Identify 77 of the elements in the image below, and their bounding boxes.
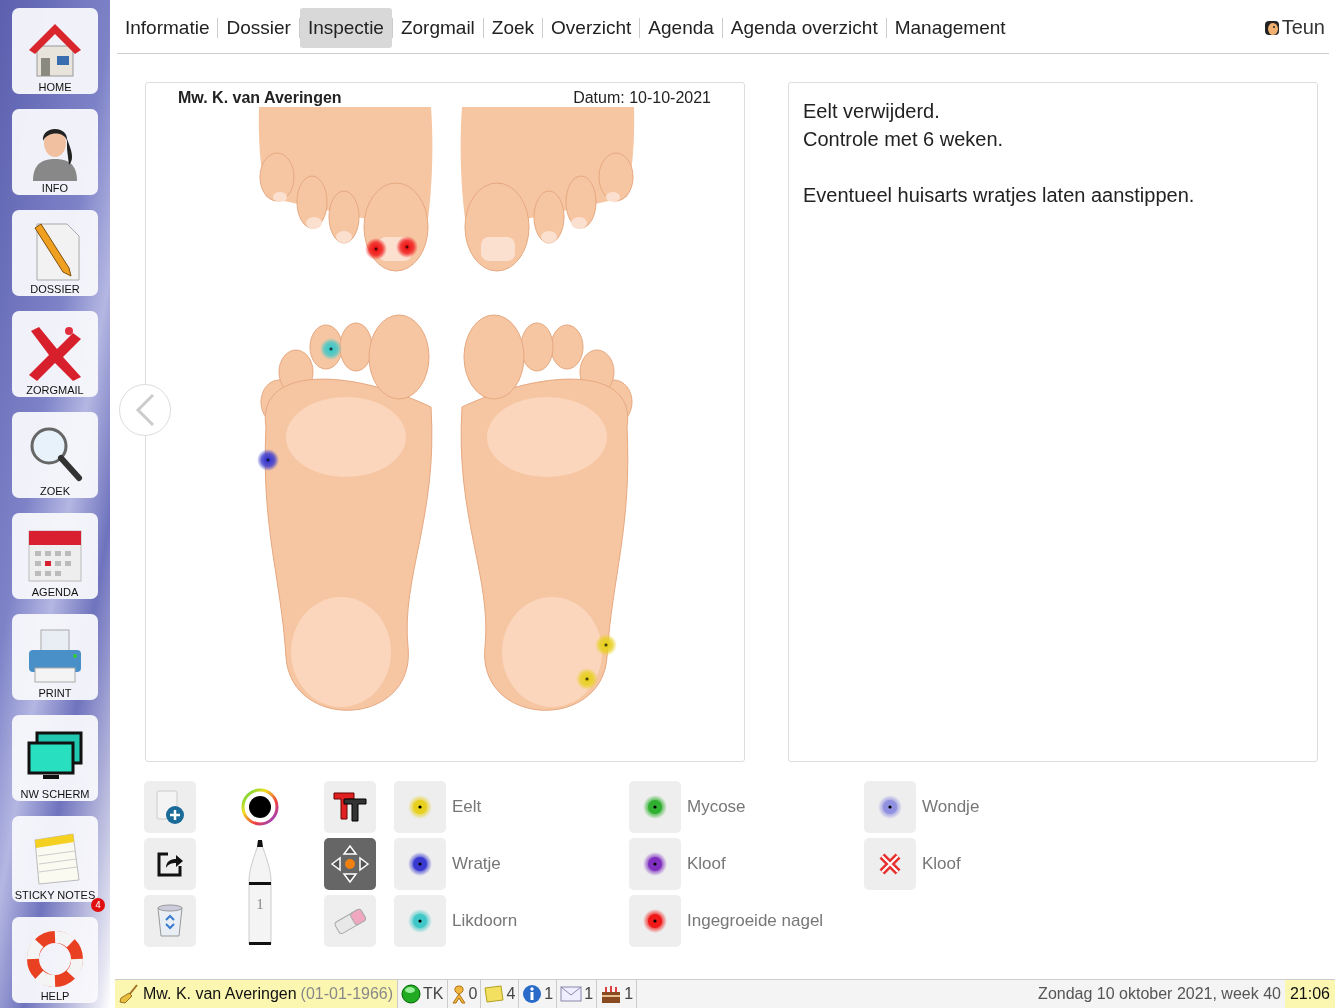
note-text: Eelt verwijderd. [803,99,941,124]
marker-label: Eelt [452,797,482,817]
sidebar-button[interactable]: ZOEK [12,412,98,498]
sidebar-button[interactable]: HOME [12,8,98,94]
sidebar-button[interactable]: INFO [12,109,98,195]
user-avatar-icon [1263,19,1280,36]
nav-tab[interactable]: Agenda [640,7,722,48]
skin-marker[interactable] [257,449,279,471]
count-badge: 4 [91,898,105,912]
broom-icon [119,984,139,1004]
recycle-bin-icon [156,904,184,938]
sidebar-button[interactable]: PRINT [12,614,98,700]
sidebar-button[interactable]: STICKY NOTES [12,816,98,902]
birth-date: (01-01-1966) [300,985,394,1003]
color-wheel-icon [241,788,279,826]
share-icon [156,850,184,878]
chart-date: Datum: 10-10-2021 [573,89,711,107]
status-count: TK [423,985,444,1003]
skin-marker[interactable] [396,236,418,258]
note-text: Controle met 6 weken. [803,127,1005,152]
patient-name: Mw. K. van Averingen [178,89,342,107]
skin-marker[interactable] [595,634,617,656]
sidebar-button[interactable]: HELP [12,917,98,1003]
sidebar-button[interactable]: ZORGMAIL [12,311,98,397]
nav-tab[interactable]: Agenda overzicht [722,7,886,48]
marker-button[interactable] [394,781,446,833]
nav-tab[interactable]: Informatie [117,7,218,48]
status-count: 1 [544,985,554,1003]
status-count: 1 [624,985,634,1003]
tool-button[interactable] [144,838,196,890]
marker-button[interactable] [864,838,916,890]
tool-button[interactable] [324,781,376,833]
sidebar-button[interactable]: DOSSIER [12,210,98,296]
skin-marker[interactable] [320,338,342,360]
marker-label: Wratje [452,854,501,874]
marker-button[interactable] [629,838,681,890]
text-format-icon [332,791,368,823]
note-text: Eventueel huisarts wratjes laten aanstippen. [803,183,1196,208]
nav-tab[interactable]: Inspectie [299,7,392,48]
chevron-left-icon [134,393,156,427]
nav-tab[interactable]: Overzicht [543,7,640,48]
marker-button[interactable] [629,895,681,947]
marker-label: Likdoorn [452,911,518,931]
nav-tab[interactable]: Management [886,7,1014,48]
nav-tab[interactable]: Zoek [483,7,543,48]
tool-button[interactable] [324,838,376,890]
marker-label: Wondje [922,797,980,817]
status-ball-icon[interactable] [401,984,422,1004]
marker-label: Ingegroeide nagel [687,911,824,931]
nav-tab[interactable]: Dossier [218,7,299,48]
status-count: 4 [506,985,516,1003]
user-name[interactable]: Teun [1281,16,1325,39]
status-count: 1 [584,985,594,1003]
patient-name: Mw. K. van Averingen [143,985,297,1003]
cake-icon[interactable] [600,984,623,1004]
marker-button[interactable] [394,838,446,890]
info-icon[interactable] [522,984,543,1004]
ribbon-icon[interactable] [450,984,467,1004]
date-text: Zondag 10 oktober 2021, week 40 [1038,985,1282,1003]
marker-label: Kloof [687,854,726,874]
marker-button[interactable] [629,781,681,833]
status-count: 0 [468,985,478,1003]
clock-time: 21:06 [1284,980,1335,1008]
move-arrows-icon [330,844,370,884]
sidebar-button[interactable]: AGENDA [12,513,98,599]
marker-label: Mycose [687,797,746,817]
notes-icon[interactable] [484,985,505,1003]
nav-tab[interactable]: Zorgmail [392,7,483,48]
add-page-icon [155,789,185,825]
pen-icon [247,838,273,947]
marker-button[interactable] [394,895,446,947]
skin-marker[interactable] [576,668,598,690]
marker-label: Kloof [922,854,961,874]
sidebar-button[interactable]: NW SCHERM [12,715,98,801]
marker-button[interactable] [864,781,916,833]
skin-marker[interactable] [365,238,387,260]
envelope-icon[interactable] [560,986,583,1002]
